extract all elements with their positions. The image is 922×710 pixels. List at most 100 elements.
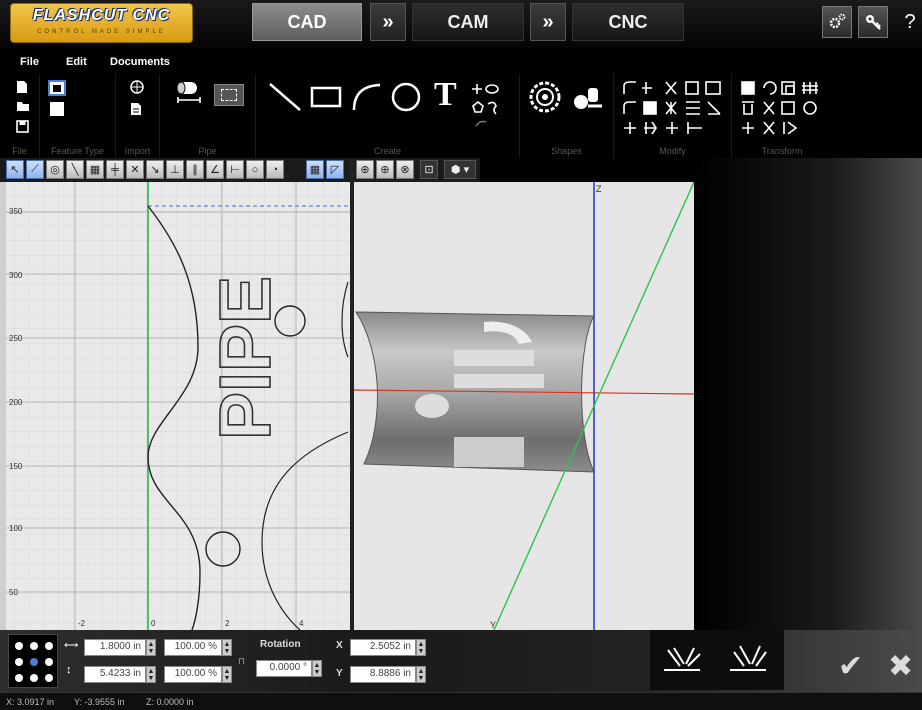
gear-shape-icon[interactable]: [528, 80, 562, 116]
confirm-check-icon[interactable]: ✔: [838, 652, 863, 682]
quadrant-snap-icon[interactable]: ◔: [266, 160, 284, 179]
z-axis-label: Z: [596, 184, 602, 194]
line-snap-icon[interactable]: ╲: [66, 160, 84, 179]
width-input[interactable]: 1.8000 in: [84, 639, 146, 656]
x-position-input[interactable]: 2.5052 in: [350, 639, 416, 656]
open-folder-icon[interactable]: [16, 100, 30, 114]
text-tool-icon[interactable]: T: [434, 78, 457, 112]
node-select-icon[interactable]: ⟋: [26, 160, 44, 179]
zoom-extents-icon[interactable]: ⊕: [356, 160, 374, 179]
logo-title: FLASHCUT CNC: [32, 7, 171, 24]
transform-tools-icons[interactable]: [740, 80, 828, 140]
circle-tool-icon[interactable]: [390, 82, 422, 114]
select-tool-icon[interactable]: ↖: [6, 160, 24, 179]
new-file-icon[interactable]: [16, 80, 28, 96]
width-spinner[interactable]: ▲ ▼: [146, 639, 156, 656]
view-cube-dropdown-icon[interactable]: ⬢ ▾: [444, 160, 476, 179]
height-percent-spinner[interactable]: ▲ ▼: [222, 666, 232, 683]
x-position-spinner[interactable]: ▲ ▼: [416, 639, 426, 656]
import-globe-icon[interactable]: [130, 80, 144, 96]
ribbon-toolbar: File Feature Type Import Pipe T Create S…: [0, 74, 922, 158]
ribbon-group-modify: Modify: [614, 74, 732, 158]
width-icon: ⟷: [64, 640, 79, 651]
status-y: Y: -3.9555 in: [74, 697, 125, 707]
point-shapes-icon[interactable]: [470, 82, 500, 130]
status-x: X: 3.0917 in: [6, 697, 55, 707]
y-axis-label: Y: [490, 620, 496, 630]
tab-cam[interactable]: CAM: [412, 3, 524, 41]
feature-outline-icon[interactable]: [48, 80, 66, 96]
tab-cnc[interactable]: CNC: [572, 3, 684, 41]
rotation-input[interactable]: 0.0000 °: [256, 660, 312, 677]
menu-edit[interactable]: Edit: [66, 56, 87, 68]
line-tool-icon[interactable]: [268, 82, 302, 114]
angle-snap-icon[interactable]: ∠: [206, 160, 224, 179]
perpendicular-snap-icon[interactable]: ⊥: [166, 160, 184, 179]
tab-cad[interactable]: CAD: [252, 3, 362, 41]
key-icon[interactable]: [858, 6, 888, 38]
feature-solid-icon[interactable]: [50, 102, 64, 116]
ribbon-label-feature-type: Feature Type: [51, 146, 104, 156]
help-icon[interactable]: ?: [900, 6, 920, 38]
mirror-vertical-icon[interactable]: [726, 640, 770, 685]
next-arrow-button-2[interactable]: »: [530, 3, 566, 41]
ribbon-group-pipe: Pipe: [160, 74, 256, 158]
mirror-horizontal-icon[interactable]: [660, 640, 704, 685]
transform-bar: ⟷ ↕ 1.8000 in ▲ ▼ 100.00 % ▲ ▼ 5.4233 in ▲…: [0, 630, 922, 692]
3d-preview-view[interactable]: Z Y: [354, 182, 694, 630]
intersect-snap-icon[interactable]: ✕: [126, 160, 144, 179]
pipe-text-shape[interactable]: PIPE: [205, 275, 287, 441]
ruler-y-200: 200: [9, 398, 23, 407]
ribbon-group-import: Import: [116, 74, 160, 158]
grid-toggle-icon[interactable]: ▦: [306, 160, 324, 179]
gear-icon[interactable]: [822, 6, 852, 38]
center-snap-icon[interactable]: ○: [246, 160, 264, 179]
endpoint-snap-icon[interactable]: ⊢: [226, 160, 244, 179]
logo-tagline: CONTROL MADE SIMPLE: [37, 29, 166, 35]
ribbon-label-import: Import: [124, 146, 151, 156]
import-file-icon[interactable]: [130, 102, 142, 118]
cad-drawing: PIPE 350 300 250 200 150 100 50 -2 0 2 4: [0, 182, 350, 630]
menu-bar: File Edit Documents: [0, 50, 922, 74]
height-spinner[interactable]: ▲ ▼: [146, 666, 156, 683]
lock-aspect-icon[interactable]: ⊓: [238, 656, 245, 667]
menu-documents[interactable]: Documents: [110, 56, 170, 68]
modify-tools-icons[interactable]: [622, 80, 726, 140]
center-select-icon[interactable]: ◎: [46, 160, 64, 179]
tangent-snap-icon[interactable]: ↘: [146, 160, 164, 179]
grid-snap-icon[interactable]: ▦: [86, 160, 104, 179]
width-percent-spinner[interactable]: ▲ ▼: [222, 639, 232, 656]
cancel-x-icon[interactable]: ✖: [888, 652, 913, 682]
ruler-y-100: 100: [9, 524, 23, 533]
ribbon-label-modify: Modify: [659, 146, 686, 156]
menu-file[interactable]: File: [20, 56, 39, 68]
pipe-unwrap-icon[interactable]: [214, 84, 244, 106]
save-icon[interactable]: [16, 120, 29, 135]
ribbon-group-file: File: [0, 74, 40, 158]
rotation-spinner[interactable]: ▲ ▼: [312, 660, 322, 677]
custom-shape-icon[interactable]: [572, 84, 604, 114]
grid-point-icon[interactable]: ╪: [106, 160, 124, 179]
arc-tool-icon[interactable]: [350, 82, 382, 114]
ribbon-label-shapes: Shapes: [551, 146, 582, 156]
next-arrow-button[interactable]: »: [370, 3, 406, 41]
zoom-window-icon[interactable]: ⊗: [396, 160, 414, 179]
height-percent-input[interactable]: 100.00 %: [164, 666, 222, 683]
ribbon-group-transform: Transform: [732, 74, 832, 158]
ruler-x-4: 4: [299, 619, 304, 628]
zoom-in-icon[interactable]: ⊕: [376, 160, 394, 179]
cad-2d-view[interactable]: PIPE 350 300 250 200 150 100 50 -2 0 2 4: [0, 182, 350, 630]
status-bar: X: 3.0917 in Y: -3.9555 in Z: 0.0000 in: [0, 692, 922, 710]
ruler-y-350: 350: [9, 207, 23, 216]
pipe-cylinder-icon[interactable]: [174, 80, 204, 110]
parallel-snap-icon[interactable]: ∥: [186, 160, 204, 179]
y-position-spinner[interactable]: ▲ ▼: [416, 666, 426, 683]
view-select-icon[interactable]: ⊡: [420, 160, 438, 179]
ribbon-group-feature-type: Feature Type: [40, 74, 116, 158]
width-percent-input[interactable]: 100.00 %: [164, 639, 222, 656]
height-input[interactable]: 5.4233 in: [84, 666, 146, 683]
rectangle-tool-icon[interactable]: [310, 84, 342, 112]
ruler-toggle-icon[interactable]: ◸: [326, 160, 344, 179]
anchor-point-grid[interactable]: [8, 634, 58, 688]
y-position-input[interactable]: 8.8886 in: [350, 666, 416, 683]
